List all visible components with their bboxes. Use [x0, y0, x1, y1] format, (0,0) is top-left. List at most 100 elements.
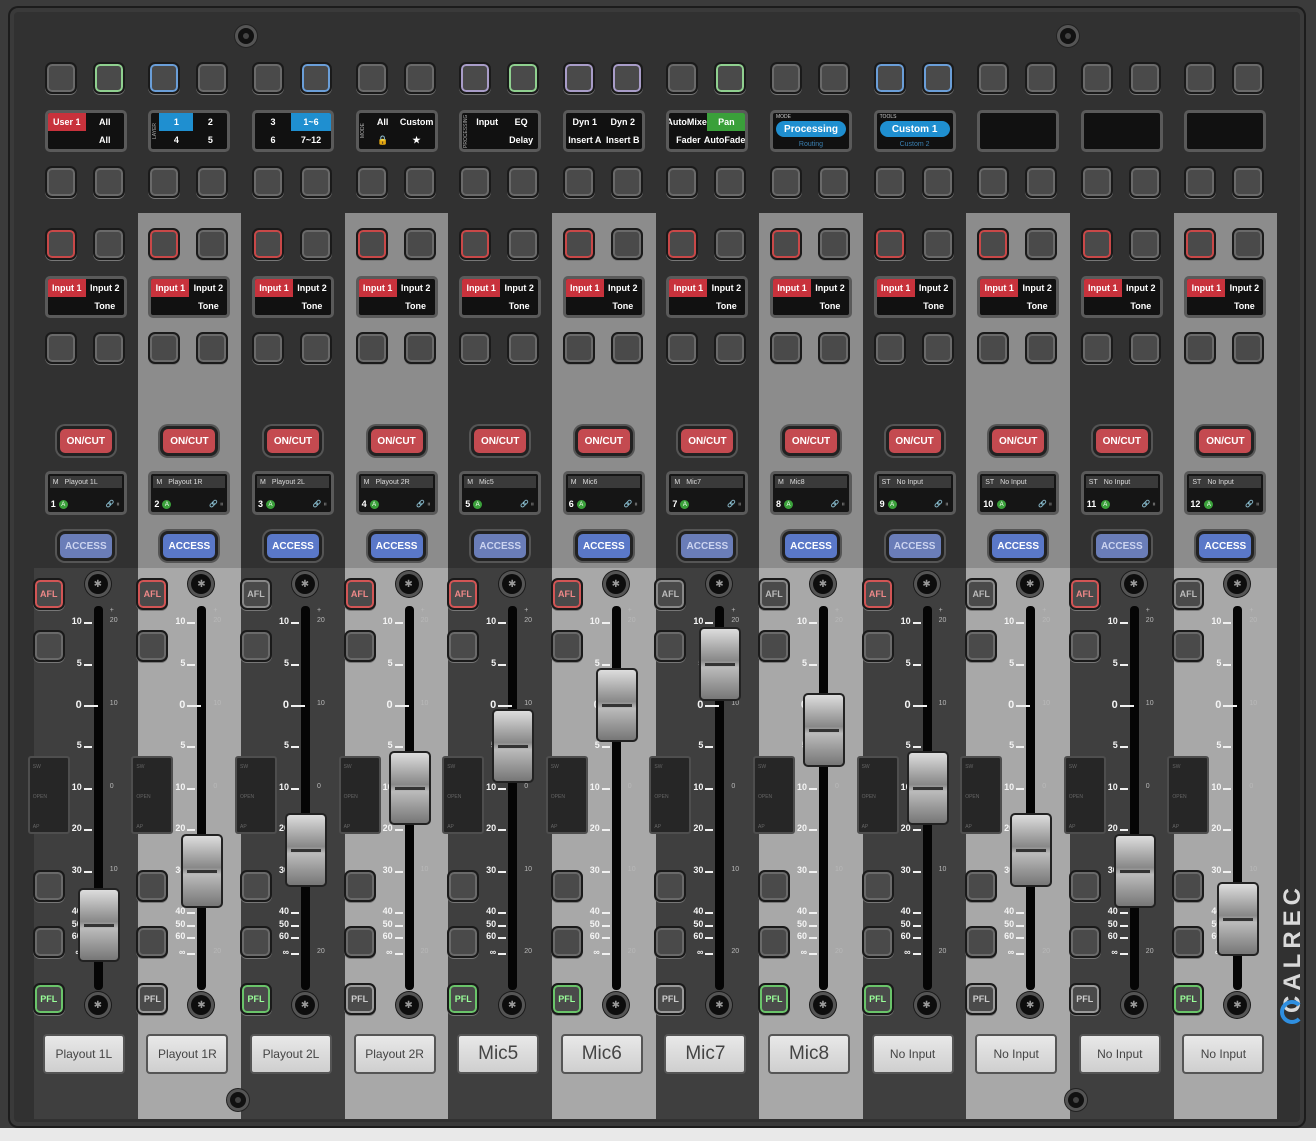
top-key[interactable]: [562, 62, 595, 94]
input-key[interactable]: [507, 228, 540, 260]
fader-key[interactable]: [550, 870, 583, 902]
input-key[interactable]: [403, 228, 436, 260]
input-select-key[interactable]: [873, 228, 906, 260]
input-key[interactable]: [562, 332, 595, 364]
fader-cap[interactable]: [1113, 834, 1156, 908]
channel-name-button[interactable]: Mic5: [457, 1034, 540, 1074]
access-button[interactable]: ACCESS: [782, 531, 840, 561]
afl-button[interactable]: AFL: [758, 578, 790, 610]
fader-key[interactable]: [447, 870, 480, 902]
input-key[interactable]: [300, 332, 332, 364]
input-key[interactable]: [610, 228, 643, 260]
trim-knob[interactable]: [709, 995, 730, 1015]
fader-cap[interactable]: [699, 627, 742, 701]
channel-name-button[interactable]: Mic8: [768, 1034, 850, 1074]
fader-cap[interactable]: [181, 834, 224, 908]
fader-cap[interactable]: [388, 751, 431, 825]
afl-button[interactable]: AFL: [1068, 578, 1101, 610]
oncut-button[interactable]: ON/CUT: [989, 426, 1048, 456]
top-key[interactable]: [148, 166, 181, 198]
access-button[interactable]: ACCESS: [1196, 531, 1255, 561]
fader-cap[interactable]: [285, 813, 327, 887]
fader-key[interactable]: [447, 926, 480, 958]
channel-name-button[interactable]: Mic6: [560, 1034, 643, 1074]
top-key[interactable]: [300, 166, 332, 198]
pfl-button[interactable]: PFL: [1172, 983, 1205, 1015]
input-key[interactable]: [714, 332, 747, 364]
pfl-button[interactable]: PFL: [32, 983, 65, 1015]
pan-knob[interactable]: [1020, 574, 1041, 594]
channel-name-button[interactable]: Playout 1R: [146, 1034, 229, 1074]
oncut-button[interactable]: ON/CUT: [471, 426, 530, 456]
fader-key[interactable]: [758, 926, 790, 958]
top-key[interactable]: [252, 62, 284, 94]
pan-knob[interactable]: [605, 574, 626, 594]
fader-cap[interactable]: [492, 709, 535, 783]
fader-key[interactable]: [1172, 926, 1205, 958]
fader-key[interactable]: [758, 870, 790, 902]
input-key[interactable]: [403, 332, 436, 364]
channel-name-button[interactable]: Playout 2L: [250, 1034, 332, 1074]
pfl-button[interactable]: PFL: [550, 983, 583, 1015]
top-key[interactable]: [1080, 166, 1113, 198]
fader-key[interactable]: [654, 926, 687, 958]
input-key[interactable]: [1232, 228, 1265, 260]
trim-knob[interactable]: [1020, 995, 1041, 1015]
input-key[interactable]: [1025, 332, 1058, 364]
top-key[interactable]: [666, 166, 699, 198]
afl-button[interactable]: AFL: [240, 578, 272, 610]
oncut-button[interactable]: ON/CUT: [885, 426, 944, 456]
oncut-button[interactable]: ON/CUT: [782, 426, 840, 456]
top-key[interactable]: [459, 166, 492, 198]
access-button[interactable]: ACCESS: [367, 531, 426, 561]
trim-knob[interactable]: [605, 995, 626, 1015]
top-key[interactable]: [92, 62, 125, 94]
afl-button[interactable]: AFL: [136, 578, 169, 610]
input-key[interactable]: [459, 332, 492, 364]
top-key[interactable]: [403, 166, 436, 198]
pfl-button[interactable]: PFL: [758, 983, 790, 1015]
input-select-key[interactable]: [770, 228, 802, 260]
input-key[interactable]: [44, 332, 77, 364]
top-key[interactable]: [1128, 166, 1161, 198]
input-select-key[interactable]: [1080, 228, 1113, 260]
top-key[interactable]: [44, 166, 77, 198]
top-key[interactable]: [921, 166, 954, 198]
afl-button[interactable]: AFL: [965, 578, 998, 610]
afl-button[interactable]: AFL: [447, 578, 480, 610]
pan-knob[interactable]: [87, 574, 108, 594]
fader-cap[interactable]: [906, 751, 949, 825]
top-key[interactable]: [818, 62, 850, 94]
fader-key[interactable]: [32, 870, 65, 902]
input-key[interactable]: [196, 332, 229, 364]
channel-name-button[interactable]: No Input: [1182, 1034, 1265, 1074]
top-key[interactable]: [1025, 166, 1058, 198]
pan-knob[interactable]: [502, 574, 523, 594]
input-key[interactable]: [1128, 332, 1161, 364]
pfl-button[interactable]: PFL: [965, 983, 998, 1015]
fader-cap[interactable]: [1010, 813, 1053, 887]
access-button[interactable]: ACCESS: [471, 531, 530, 561]
top-key[interactable]: [355, 166, 388, 198]
input-select-key[interactable]: [355, 228, 388, 260]
afl-button[interactable]: AFL: [861, 578, 894, 610]
oncut-button[interactable]: ON/CUT: [574, 426, 633, 456]
trim-knob[interactable]: [1123, 995, 1144, 1015]
pan-knob[interactable]: [709, 574, 730, 594]
trim-knob[interactable]: [191, 995, 212, 1015]
pan-knob[interactable]: [916, 574, 937, 594]
top-key[interactable]: [1128, 62, 1161, 94]
fader-key[interactable]: [136, 870, 169, 902]
channel-name-button[interactable]: No Input: [871, 1034, 954, 1074]
channel-name-button[interactable]: No Input: [975, 1034, 1058, 1074]
trim-knob[interactable]: [1227, 995, 1248, 1015]
channel-name-button[interactable]: Playout 2R: [353, 1034, 436, 1074]
fader-key[interactable]: [550, 926, 583, 958]
top-key[interactable]: [921, 62, 954, 94]
fader-cap[interactable]: [595, 668, 638, 742]
pan-knob[interactable]: [813, 574, 833, 594]
input-key[interactable]: [818, 228, 850, 260]
fader-cap[interactable]: [1217, 881, 1260, 956]
oncut-button[interactable]: ON/CUT: [1196, 426, 1255, 456]
top-key[interactable]: [196, 62, 229, 94]
